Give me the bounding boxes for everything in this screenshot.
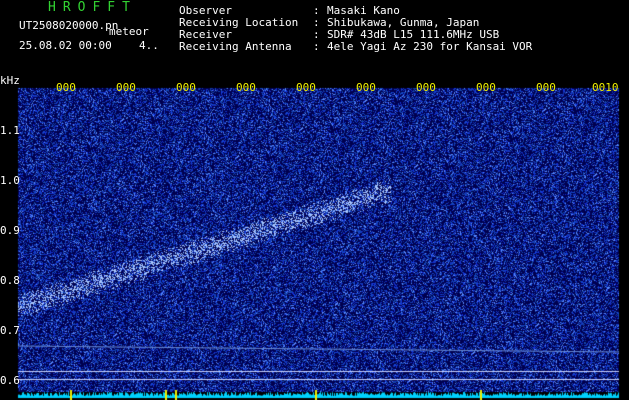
y-tick-label: 0.6 [0, 374, 20, 387]
app-title: HROFFT [48, 0, 137, 15]
x-tick-label: 000 [176, 81, 196, 94]
antenna-label: Receiving Antenna [179, 40, 292, 53]
antenna-value: 4ele Yagi Az 230 for Kansai VOR [327, 40, 533, 53]
mode-label: meteor [109, 25, 149, 38]
x-tick-label: 000 [116, 81, 136, 94]
x-tick-label: 000 [356, 81, 376, 94]
date-time: 25.08.02 00:00 [19, 39, 112, 52]
spectrogram-canvas[interactable] [0, 80, 629, 400]
x-tick-label: 000 [56, 81, 76, 94]
x-tick-label: 0010 [592, 81, 619, 94]
page-indicator: 4.. [139, 39, 159, 52]
x-tick-label: 000 [476, 81, 496, 94]
x-tick-label: 000 [236, 81, 256, 94]
x-tick-label: 000 [536, 81, 556, 94]
file-name: UT2508020000.pn [19, 19, 119, 32]
x-tick-label: 000 [416, 81, 436, 94]
x-tick-label: 000 [296, 81, 316, 94]
y-tick-label: 0.8 [0, 274, 20, 287]
y-tick-label: 0.7 [0, 324, 20, 337]
y-tick-label: 0.9 [0, 224, 20, 237]
y-tick-label: 1.0 [0, 174, 20, 187]
colon: : [313, 40, 320, 53]
y-axis-unit: kHz [0, 74, 20, 87]
header-panel: HROFFT UT2508020000.pn meteor 25.08.02 0… [0, 0, 629, 80]
y-tick-label: 1.1 [0, 124, 20, 137]
